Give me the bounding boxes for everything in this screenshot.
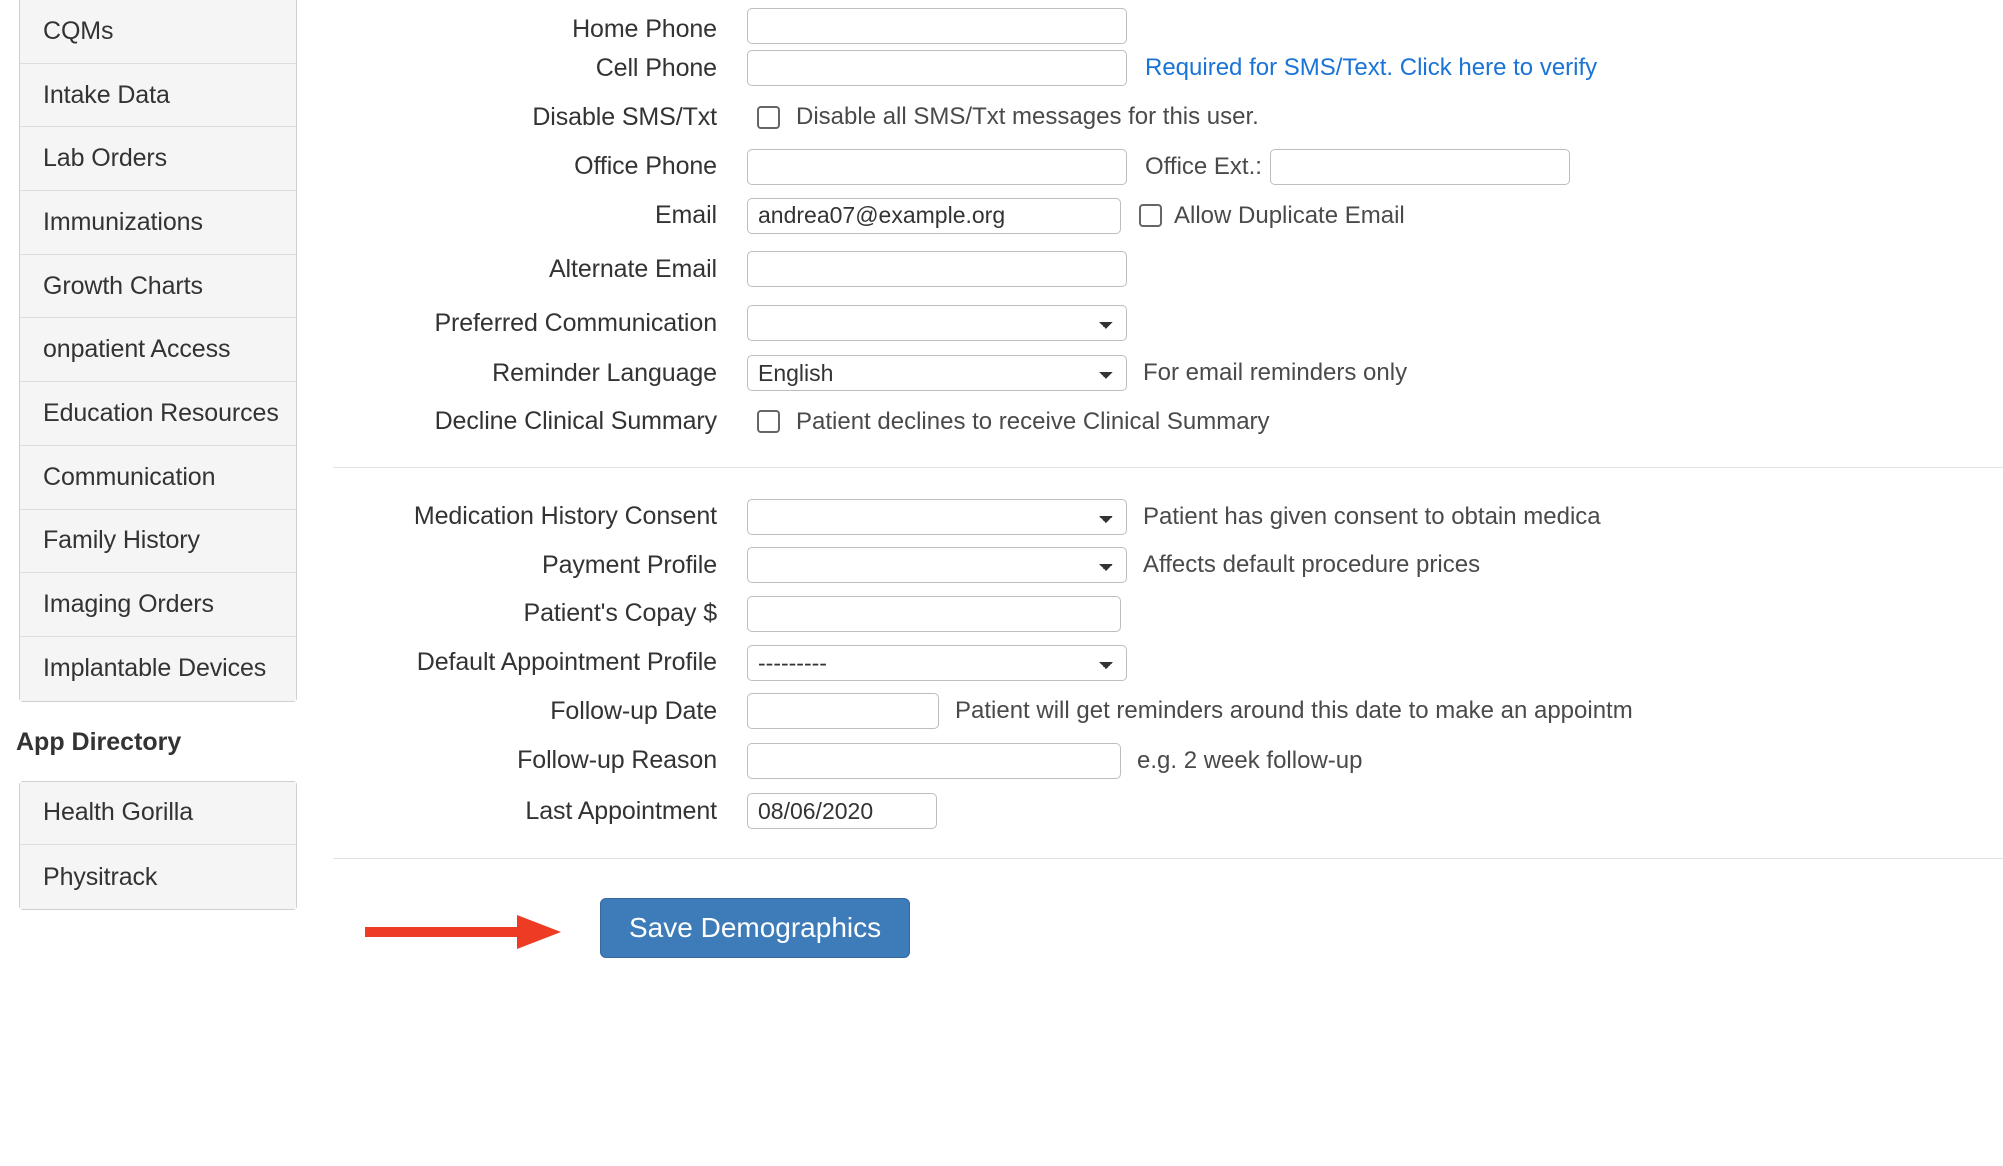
home-phone-input[interactable] (747, 8, 1127, 44)
disable-sms-checkbox-label: Disable all SMS/Txt messages for this us… (796, 103, 1259, 130)
row-medication-history-consent: Medication History Consent Patient has g… (335, 492, 2003, 541)
sidebar-item-communication[interactable]: Communication (20, 445, 296, 510)
sidebar-item-label: Health Gorilla (43, 798, 194, 827)
row-cell-phone: Cell Phone Required for SMS/Text. Click … (335, 44, 2003, 92)
sidebar-item-label: Communication (43, 462, 216, 491)
sidebar-item-label: CQMs (43, 16, 114, 45)
sidebar-item-family-history[interactable]: Family History (20, 509, 296, 574)
row-decline-clinical-summary: Decline Clinical Summary Patient decline… (335, 398, 2003, 445)
row-patient-copay: Patient's Copay $ (335, 589, 2003, 638)
cell-phone-input[interactable] (747, 50, 1127, 86)
office-phone-input[interactable] (747, 148, 1127, 185)
demographics-form: Home Phone Cell Phone Required for SMS/T… (297, 0, 2003, 1166)
sidebar-item-lab-orders[interactable]: Lab Orders (20, 127, 296, 192)
alternate-email-label: Alternate Email (548, 254, 717, 283)
row-preferred-communication: Preferred Communication (335, 298, 2003, 348)
sidebar-app-directory-group: Health Gorilla Physitrack (19, 780, 297, 910)
decline-clinical-summary-checkbox-label: Patient declines to receive Clinical Sum… (796, 407, 1270, 435)
section-divider-2 (333, 858, 2003, 859)
sidebar-item-physitrack[interactable]: Physitrack (20, 845, 296, 909)
sidebar-item-growth-charts[interactable]: Growth Charts (20, 254, 296, 319)
patient-copay-label: Patient's Copay $ (523, 599, 718, 627)
sidebar-item-label: Intake Data (43, 80, 170, 109)
reminder-language-hint: For email reminders only (1143, 359, 1408, 386)
reminder-language-select[interactable]: English (747, 355, 1127, 391)
row-default-appointment-profile: Default Appointment Profile --------- (335, 638, 2003, 687)
sidebar-chart-nav-group: CQMs Intake Data Lab Orders Immunization… (19, 0, 297, 702)
reminder-language-label: Reminder Language (492, 358, 717, 387)
default-appointment-profile-select[interactable]: --------- (747, 644, 1127, 681)
sidebar: CQMs Intake Data Lab Orders Immunization… (0, 0, 297, 1166)
follow-up-date-hint: Patient will get reminders around this d… (955, 697, 1633, 724)
sidebar-item-onpatient-access[interactable]: onpatient Access (20, 318, 296, 383)
row-payment-profile: Payment Profile Affects default procedur… (335, 541, 2003, 589)
office-ext-label: Office Ext.: (1145, 152, 1262, 180)
payment-profile-hint: Affects default procedure prices (1143, 551, 1481, 578)
email-label: Email (654, 201, 717, 229)
sidebar-item-label: Implantable Devices (43, 654, 267, 683)
sidebar-item-label: Physitrack (43, 862, 158, 891)
last-appointment-label: Last Appointment (525, 796, 717, 825)
follow-up-reason-hint: e.g. 2 week follow-up (1137, 746, 1363, 774)
row-email: Email Allow Duplicate Email (335, 191, 2003, 240)
medication-history-consent-hint: Patient has given consent to obtain medi… (1143, 502, 1601, 530)
sidebar-item-label: Lab Orders (43, 144, 168, 173)
sidebar-item-imaging-orders[interactable]: Imaging Orders (20, 573, 296, 637)
sidebar-item-immunizations[interactable]: Immunizations (20, 191, 296, 255)
save-demographics-button[interactable]: Save Demographics (600, 898, 911, 958)
patient-copay-input[interactable] (747, 595, 1121, 632)
row-last-appointment: Last Appointment (335, 786, 2003, 836)
row-follow-up-date: Follow-up Date Patient will get reminder… (335, 687, 2003, 735)
preferred-communication-label: Preferred Communication (434, 308, 717, 337)
row-office-phone: Office Phone Office Ext.: (335, 142, 2003, 191)
row-home-phone: Home Phone (335, 0, 2003, 44)
verify-sms-link[interactable]: Required for SMS/Text. Click here to ver… (1145, 54, 1597, 82)
allow-duplicate-email-label: Allow Duplicate Email (1174, 201, 1405, 229)
follow-up-reason-label: Follow-up Reason (517, 746, 717, 774)
form-footer: Save Demographics (335, 874, 2003, 958)
last-appointment-input[interactable] (747, 793, 937, 829)
email-input[interactable] (747, 197, 1121, 234)
row-disable-sms: Disable SMS/Txt Disable all SMS/Txt mess… (335, 92, 2003, 142)
disable-sms-checkbox[interactable] (757, 105, 780, 129)
row-reminder-language: Reminder Language English For email remi… (335, 348, 2003, 398)
sidebar-item-implantable-devices[interactable]: Implantable Devices (20, 636, 296, 701)
sidebar-item-label: onpatient Access (43, 335, 231, 364)
sidebar-item-health-gorilla[interactable]: Health Gorilla (20, 781, 296, 846)
red-arrow-annotation-icon (365, 915, 561, 949)
alternate-email-input[interactable] (747, 251, 1127, 287)
preferred-communication-select-wrap (747, 305, 1127, 341)
sidebar-item-label: Education Resources (43, 398, 279, 427)
sidebar-item-intake-data[interactable]: Intake Data (20, 63, 296, 128)
preferred-communication-select[interactable] (747, 305, 1127, 341)
sidebar-item-education-resources[interactable]: Education Resources (20, 382, 296, 446)
sidebar-item-label: Imaging Orders (43, 590, 214, 619)
sidebar-item-cqms[interactable]: CQMs (20, 0, 296, 64)
office-ext-input[interactable] (1269, 148, 1570, 185)
medication-history-consent-select[interactable] (747, 498, 1127, 535)
decline-clinical-summary-label: Decline Clinical Summary (434, 407, 718, 435)
cell-phone-label: Cell Phone (595, 53, 717, 82)
decline-clinical-summary-checkbox[interactable] (757, 410, 780, 433)
allow-duplicate-email-checkbox[interactable] (1139, 204, 1162, 227)
payment-profile-select[interactable] (747, 547, 1127, 583)
row-follow-up-reason: Follow-up Reason e.g. 2 week follow-up (335, 735, 2003, 786)
sidebar-item-label: Family History (43, 526, 200, 555)
sidebar-item-label: Growth Charts (43, 271, 203, 300)
sidebar-item-label: Immunizations (43, 207, 203, 236)
demographics-page: CQMs Intake Data Lab Orders Immunization… (0, 0, 2003, 1166)
sidebar-section-app-directory: App Directory (0, 701, 297, 781)
home-phone-label: Home Phone (572, 15, 717, 43)
follow-up-date-label: Follow-up Date (550, 696, 717, 725)
row-alternate-email: Alternate Email (335, 240, 2003, 298)
default-appointment-profile-label: Default Appointment Profile (416, 648, 717, 676)
medication-history-consent-label: Medication History Consent (413, 502, 717, 530)
disable-sms-label: Disable SMS/Txt (532, 102, 717, 131)
office-phone-label: Office Phone (574, 152, 717, 180)
follow-up-reason-input[interactable] (747, 742, 1121, 779)
payment-profile-label: Payment Profile (542, 550, 717, 579)
follow-up-date-input[interactable] (747, 693, 939, 729)
